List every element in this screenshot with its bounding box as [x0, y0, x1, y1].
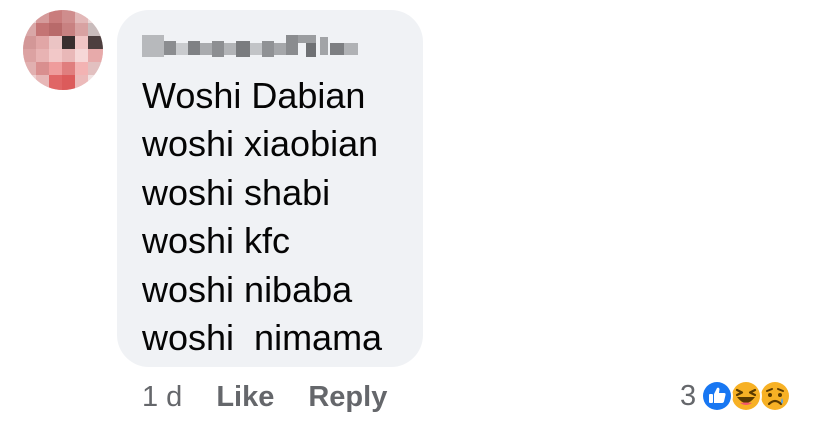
comment-actions: 1 d Like Reply: [142, 379, 421, 415]
reply-button[interactable]: Reply: [308, 381, 387, 414]
comment-line: woshi kfc: [142, 220, 291, 262]
comment-text: Woshi Dabian woshi xiaobian woshi shabi …: [142, 72, 382, 362]
comment-line: woshi shabi: [142, 171, 331, 213]
sad-icon: [759, 380, 792, 412]
reaction-count: 3: [680, 379, 697, 412]
avatar[interactable]: [23, 10, 103, 90]
like-icon: [701, 380, 734, 412]
comment-line: woshi nimama: [142, 317, 383, 359]
comment-author-name[interactable]: Ouyang Yin: [142, 33, 360, 59]
reactions-summary[interactable]: 3: [680, 375, 798, 417]
haha-icon: [730, 380, 763, 412]
comment-line: woshi nibaba: [142, 268, 353, 310]
comment-line: woshi xiaobian: [142, 123, 379, 165]
author-name-pixelated: [142, 35, 358, 57]
reaction-icons: [700, 375, 798, 417]
like-button[interactable]: Like: [216, 381, 274, 414]
avatar-image: [23, 10, 103, 90]
comment-timestamp[interactable]: 1 d: [142, 381, 182, 414]
comment-line: Woshi Dabian: [142, 75, 366, 116]
